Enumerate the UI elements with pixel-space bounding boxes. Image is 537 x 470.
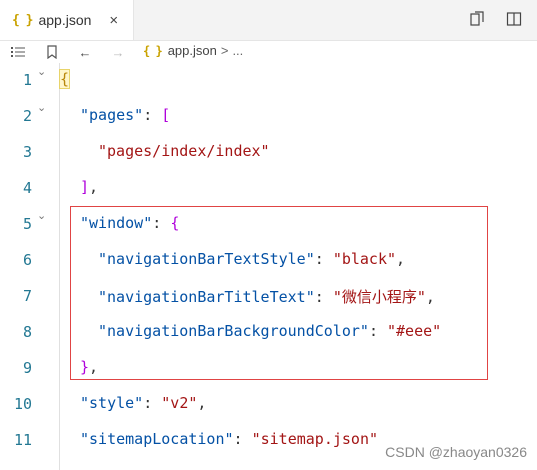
json-key: "navigationBarTextStyle" [98,250,315,268]
fold-chevron-icon[interactable]: ⌄ [37,209,46,222]
line-number: 7 [22,287,32,305]
close-icon[interactable]: × [109,12,118,29]
colon: : [368,322,387,340]
back-arrow-icon[interactable]: ← [77,44,93,60]
breadcrumb-more[interactable]: ... [232,43,243,58]
code-line: 10 "style": "v2", [0,387,537,423]
code-line: 4 ], [0,171,537,207]
close-bracket: ] [80,178,90,196]
json-string: "微信小程序" [332,288,426,306]
fold-chevron-icon[interactable]: ⌄ [37,65,46,78]
json-string: "black" [332,250,397,268]
comma: , [396,250,406,268]
forward-arrow-icon[interactable]: → [110,44,126,60]
list-icon[interactable] [10,44,26,60]
json-file-icon: { } [12,12,34,28]
code-line: 5 ⌄ "window": { [0,207,537,243]
breadcrumb-file[interactable]: { } app.json > ... [143,43,243,58]
comma: , [89,358,99,376]
line-number: 4 [22,179,32,197]
open-brace: { [170,214,180,232]
colon: : [143,106,162,124]
json-key: "window" [80,214,153,232]
code-text: "window": { [80,214,179,232]
json-file-icon: { } [143,43,163,58]
colon: : [314,288,333,306]
comma: , [89,178,99,196]
open-brace: { [58,69,71,89]
code-line: 9 }, [0,351,537,387]
code-line: 1 ⌄ { [0,63,537,99]
bookmark-icon[interactable] [44,44,60,60]
open-bracket: [ [161,106,171,124]
code-line: 6 "navigationBarTextStyle": "black", [0,243,537,279]
code-line: 2 ⌄ "pages": [ [0,99,537,135]
breadcrumb-separator: > [220,43,229,58]
colon: : [152,214,171,232]
json-string: "sitemap.json" [251,430,379,448]
json-key: "navigationBarBackgroundColor" [98,322,369,340]
tab-app-json[interactable]: { } app.json × [0,0,134,40]
json-string: "#eee" [387,322,442,340]
line-number: 9 [22,359,32,377]
tab-label: app.json [38,12,92,28]
code-line: 7 "navigationBarTitleText": "微信小程序", [0,279,537,315]
open-changes-icon[interactable] [468,10,486,28]
breadcrumb: ← → { } app.json > ... [0,41,537,63]
line-number: 10 [13,395,32,413]
line-number: 11 [13,431,32,449]
comma: , [197,394,207,412]
code-line: 8 "navigationBarBackgroundColor": "#eee" [0,315,537,351]
line-number: 2 [22,107,32,125]
code-text: "pages/index/index" [98,142,270,160]
json-key: "style" [80,394,144,412]
line-number: 5 [22,215,32,233]
code-line: 3 "pages/index/index" [0,135,537,171]
fold-chevron-icon[interactable]: ⌄ [37,101,46,114]
split-editor-icon[interactable] [505,10,523,28]
code-text: "sitemapLocation": "sitemap.json" [80,430,378,448]
json-string: "pages/index/index" [98,142,270,160]
code-text: "navigationBarBackgroundColor": "#eee" [98,322,441,340]
json-key: "navigationBarTitleText" [98,288,315,306]
line-number: 6 [22,251,32,269]
code-text: ], [80,178,98,196]
json-key: "sitemapLocation" [80,430,234,448]
line-number: 8 [22,323,32,341]
colon: : [143,394,162,412]
watermark: CSDN @zhaoyan0326 [385,444,527,460]
code-text: }, [80,358,98,376]
code-text: "navigationBarTextStyle": "black", [98,250,405,268]
json-string: "v2" [161,394,198,412]
colon: : [233,430,252,448]
line-number: 1 [22,71,32,89]
close-brace: } [80,358,90,376]
editor-tab-bar: { } app.json × [0,0,537,41]
code-editor[interactable]: 1 ⌄ { 2 ⌄ "pages": [ 3 "pages/index/inde… [0,63,537,470]
code-text: "navigationBarTitleText": "微信小程序", [98,286,435,307]
comma: , [425,288,435,306]
code-text: "style": "v2", [80,394,206,412]
json-key: "pages" [80,106,144,124]
breadcrumb-file-label: app.json [167,43,217,58]
line-number: 3 [22,143,32,161]
colon: : [314,250,333,268]
code-text: "pages": [ [80,106,170,124]
